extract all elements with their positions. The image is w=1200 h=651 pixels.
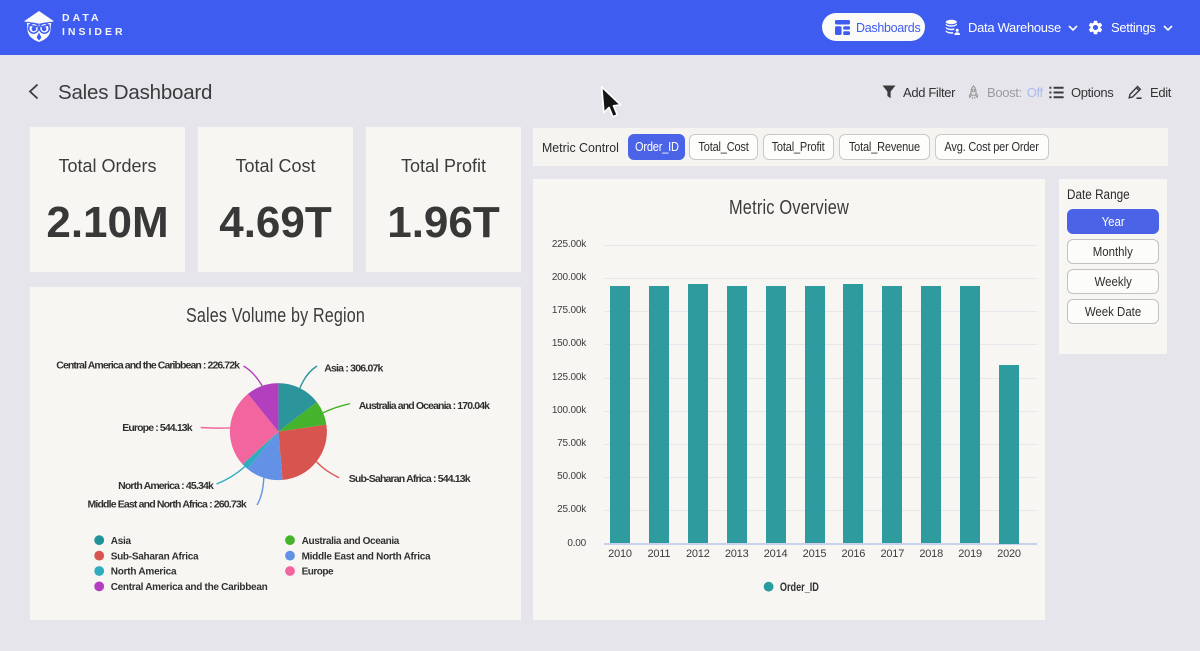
svg-text:Asia : 306.07k: Asia : 306.07k: [324, 363, 383, 375]
svg-text:Middle East and North Africa: Middle East and North Africa: [302, 551, 431, 562]
svg-text:Central America and the Caribb: Central America and the Caribbean : 226.…: [56, 360, 240, 372]
svg-text:Order_ID: Order_ID: [780, 580, 819, 594]
svg-text:Asia: Asia: [111, 536, 132, 547]
svg-text:Middle East and North Africa :: Middle East and North Africa : 260.73k: [88, 498, 247, 510]
svg-text:North America : 45.34k: North America : 45.34k: [118, 480, 214, 492]
svg-text:Australia and Oceania: Australia and Oceania: [302, 536, 400, 547]
svg-text:Europe: Europe: [302, 567, 334, 578]
svg-text:Europe : 544.13k: Europe : 544.13k: [122, 422, 193, 434]
svg-text:Central America and the Caribb: Central America and the Caribbean: [111, 582, 268, 593]
svg-text:Sub-Saharan Africa : 544.13k: Sub-Saharan Africa : 544.13k: [349, 473, 471, 485]
svg-text:North America: North America: [111, 567, 177, 578]
svg-text:Sub-Saharan Africa: Sub-Saharan Africa: [111, 551, 199, 562]
svg-text:Australia and Oceania : 170.04: Australia and Oceania : 170.04k: [359, 400, 490, 412]
